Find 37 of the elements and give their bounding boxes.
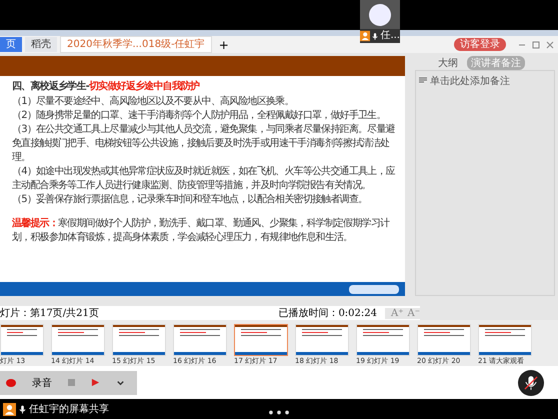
recorder-label: 录音 [32, 376, 52, 390]
slide-paragraph: （3）在公共交通工具上尽量减少与其他人员交流，避免聚集，与同乘者尽量保持距离。尽量避免直接触摸门把手、电梯按钮等公共设施，接触后要及时洗手或用速干手消毒剂等擦拭清洁处理。 [12, 123, 396, 165]
login-button[interactable]: 访客登录 [454, 38, 506, 51]
avatar-icon [369, 4, 391, 26]
browser-tab[interactable]: 页 [0, 37, 22, 52]
participant-name: 任... [380, 30, 400, 42]
browser-tab[interactable]: 2020年秋季学...018级-任虹宇 [60, 36, 212, 53]
elapsed-time: 已播放时间：0:02:24 [278, 306, 377, 320]
slide-paragraph: （5）妥善保存旅行票据信息，记录乘车时间和登车地点，以配合相关密切接触者调查。 [12, 193, 368, 207]
page-indicator: 灯片：第17页/共21页 [0, 306, 99, 320]
person-icon [3, 402, 16, 416]
microphone-icon [19, 404, 26, 414]
slide-heading: 四、离校返乡学生-切实做好返乡途中自我防护 [12, 80, 200, 94]
screen-share-title: 任虹宇的屏幕共享 [29, 402, 109, 416]
tip-paragraph: 温馨提示：寒假期间做好个人防护，勤洗手、戴口罩、勤通风、少聚集，科学制定假期学习计划，积极参加体育锻炼，提高身体素质，学会减轻心理压力，有规律地作息和生活。 [12, 217, 391, 245]
university-logo-icon [349, 284, 399, 294]
record-button[interactable] [6, 378, 16, 386]
browser-tab[interactable]: 稻壳 [25, 37, 57, 52]
maximize-icon[interactable] [532, 40, 540, 48]
panel-tab[interactable]: 演讲者备注 [467, 56, 525, 70]
font-size-button[interactable]: A⁺ [391, 308, 404, 318]
slide-thumbnail[interactable] [234, 324, 288, 356]
more-icon[interactable] [268, 410, 290, 415]
slide-paragraph: （4）如途中出现发热或其他异常症状应及时就近就医，如在飞机、火车等公共交通工具上，应主动配合乘务等工作人员进行健康监测、防疫管理等措施，并及时向学院报告有关情况。 [12, 165, 396, 193]
muted-microphone-button[interactable] [518, 370, 544, 396]
chevron-down-icon[interactable] [116, 378, 125, 387]
list-icon [419, 77, 427, 83]
person-icon [360, 29, 370, 43]
video-tile[interactable]: 任... [360, 0, 400, 43]
close-icon[interactable] [546, 40, 554, 48]
new-tab-button[interactable]: + [218, 38, 229, 52]
slide-paragraph: （2）随身携带足量的口罩、速干手消毒剂等个人防护用品，全程佩戴好口罩，做好手卫生。 [12, 109, 387, 123]
slide-paragraph: （1）尽量不要途经中、高风险地区以及不要从中、高风险地区换乘。 [12, 95, 295, 109]
microphone-icon [372, 32, 378, 40]
panel-tab[interactable]: 大纲 [434, 56, 462, 70]
font-size-button[interactable]: A⁻ [408, 308, 420, 318]
notes-field[interactable]: 单击此处添加备注 [415, 70, 555, 296]
